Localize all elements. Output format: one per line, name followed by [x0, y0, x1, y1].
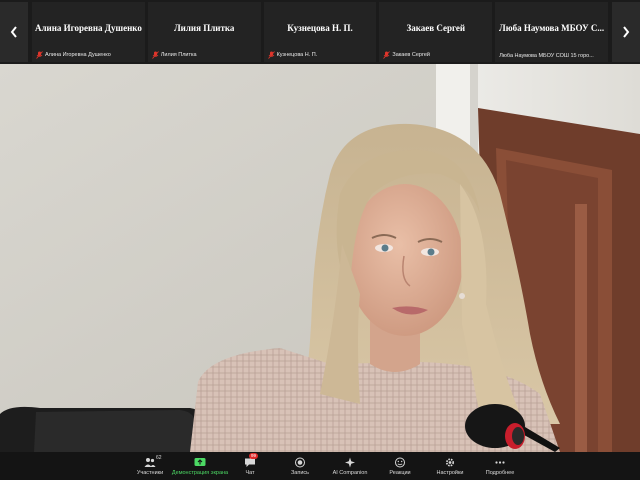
prev-page-button[interactable]	[0, 2, 28, 62]
ai-companion-button[interactable]: AI Companion	[325, 452, 375, 480]
participant-display-name: Люба Наумова МБОУ С...	[499, 23, 605, 33]
share-screen-icon	[194, 457, 206, 466]
chevron-right-icon	[623, 26, 630, 38]
ai-companion-label: AI Companion	[332, 470, 368, 476]
participants-count: 62	[156, 455, 162, 461]
reactions-icon	[395, 457, 405, 467]
record-label: Запись	[290, 470, 310, 476]
participant-display-name: Закаев Сергей	[406, 23, 466, 33]
participant-display-name: Алина Игоревна Душенко	[34, 23, 142, 33]
participants-icon	[144, 457, 156, 467]
gear-icon	[445, 457, 455, 467]
participant-display-name: Лилия Плитка	[173, 23, 235, 33]
participant-footer: Кузнецова Н. П.	[267, 51, 374, 59]
chat-button[interactable]: 99 Чат	[225, 452, 275, 480]
meeting-toolbar: 62 Участники Демонстрация экрана 99 Чат	[0, 452, 640, 480]
reactions-button[interactable]: Реакции	[375, 452, 425, 480]
more-label: Подробнее	[485, 470, 515, 476]
participant-footer: Люба Наумова МБОУ СОШ 15 горо...	[499, 53, 605, 59]
participant-tiles: Алина Игоревна Душенко Алина Игоревна Ду…	[28, 0, 612, 64]
ai-companion-icon	[345, 457, 355, 467]
participant-tile[interactable]: Кузнецова Н. П. Кузнецова Н. П.	[263, 2, 377, 62]
more-icon	[495, 460, 505, 464]
share-screen-label: Демонстрация экрана	[171, 470, 229, 476]
participant-name-label: Кузнецова Н. П.	[276, 52, 318, 58]
chat-label: Чат	[245, 470, 255, 476]
record-icon	[295, 457, 305, 467]
participant-strip: Алина Игоревна Душенко Алина Игоревна Ду…	[0, 0, 640, 64]
participant-footer: Лилия Плитка	[151, 51, 258, 59]
active-speaker-video	[0, 64, 640, 452]
mic-muted-icon	[383, 51, 391, 59]
participant-name-label: Лилия Плитка	[160, 52, 197, 58]
participant-footer: Алина Игоревна Душенко	[36, 51, 142, 59]
next-page-button[interactable]	[612, 2, 640, 62]
mic-muted-icon	[267, 51, 275, 59]
chevron-left-icon	[10, 26, 17, 38]
participant-tile[interactable]: Алина Игоревна Душенко Алина Игоревна Ду…	[32, 2, 145, 62]
more-button[interactable]: Подробнее	[475, 452, 525, 480]
participant-footer: Закаев Сергей	[383, 51, 489, 59]
participant-tile[interactable]: Закаев Сергей Закаев Сергей	[379, 2, 493, 62]
participant-name-label: Алина Игоревна Душенко	[45, 52, 111, 58]
participants-label: Участники	[136, 470, 164, 476]
settings-label: Настройки	[436, 470, 464, 476]
participant-name-label: Закаев Сергей	[392, 52, 430, 58]
mic-muted-icon	[36, 51, 43, 59]
mic-muted-icon	[151, 51, 159, 59]
share-screen-button[interactable]: Демонстрация экрана	[171, 452, 229, 480]
reactions-label: Реакции	[389, 470, 411, 476]
settings-button[interactable]: Настройки	[425, 452, 475, 480]
participant-display-name: Кузнецова Н. П.	[287, 23, 353, 33]
participant-name-label: Люба Наумова МБОУ СОШ 15 горо...	[499, 53, 594, 59]
participant-tile[interactable]: Лилия Плитка Лилия Плитка	[147, 2, 261, 62]
chat-unread-badge: 99	[249, 453, 259, 459]
participant-tile[interactable]: Люба Наумова МБОУ С... Люба Наумова МБОУ…	[495, 2, 608, 62]
speaker-video-frame	[0, 64, 640, 452]
record-button[interactable]: Запись	[275, 452, 325, 480]
participants-button[interactable]: 62 Участники	[125, 452, 175, 480]
